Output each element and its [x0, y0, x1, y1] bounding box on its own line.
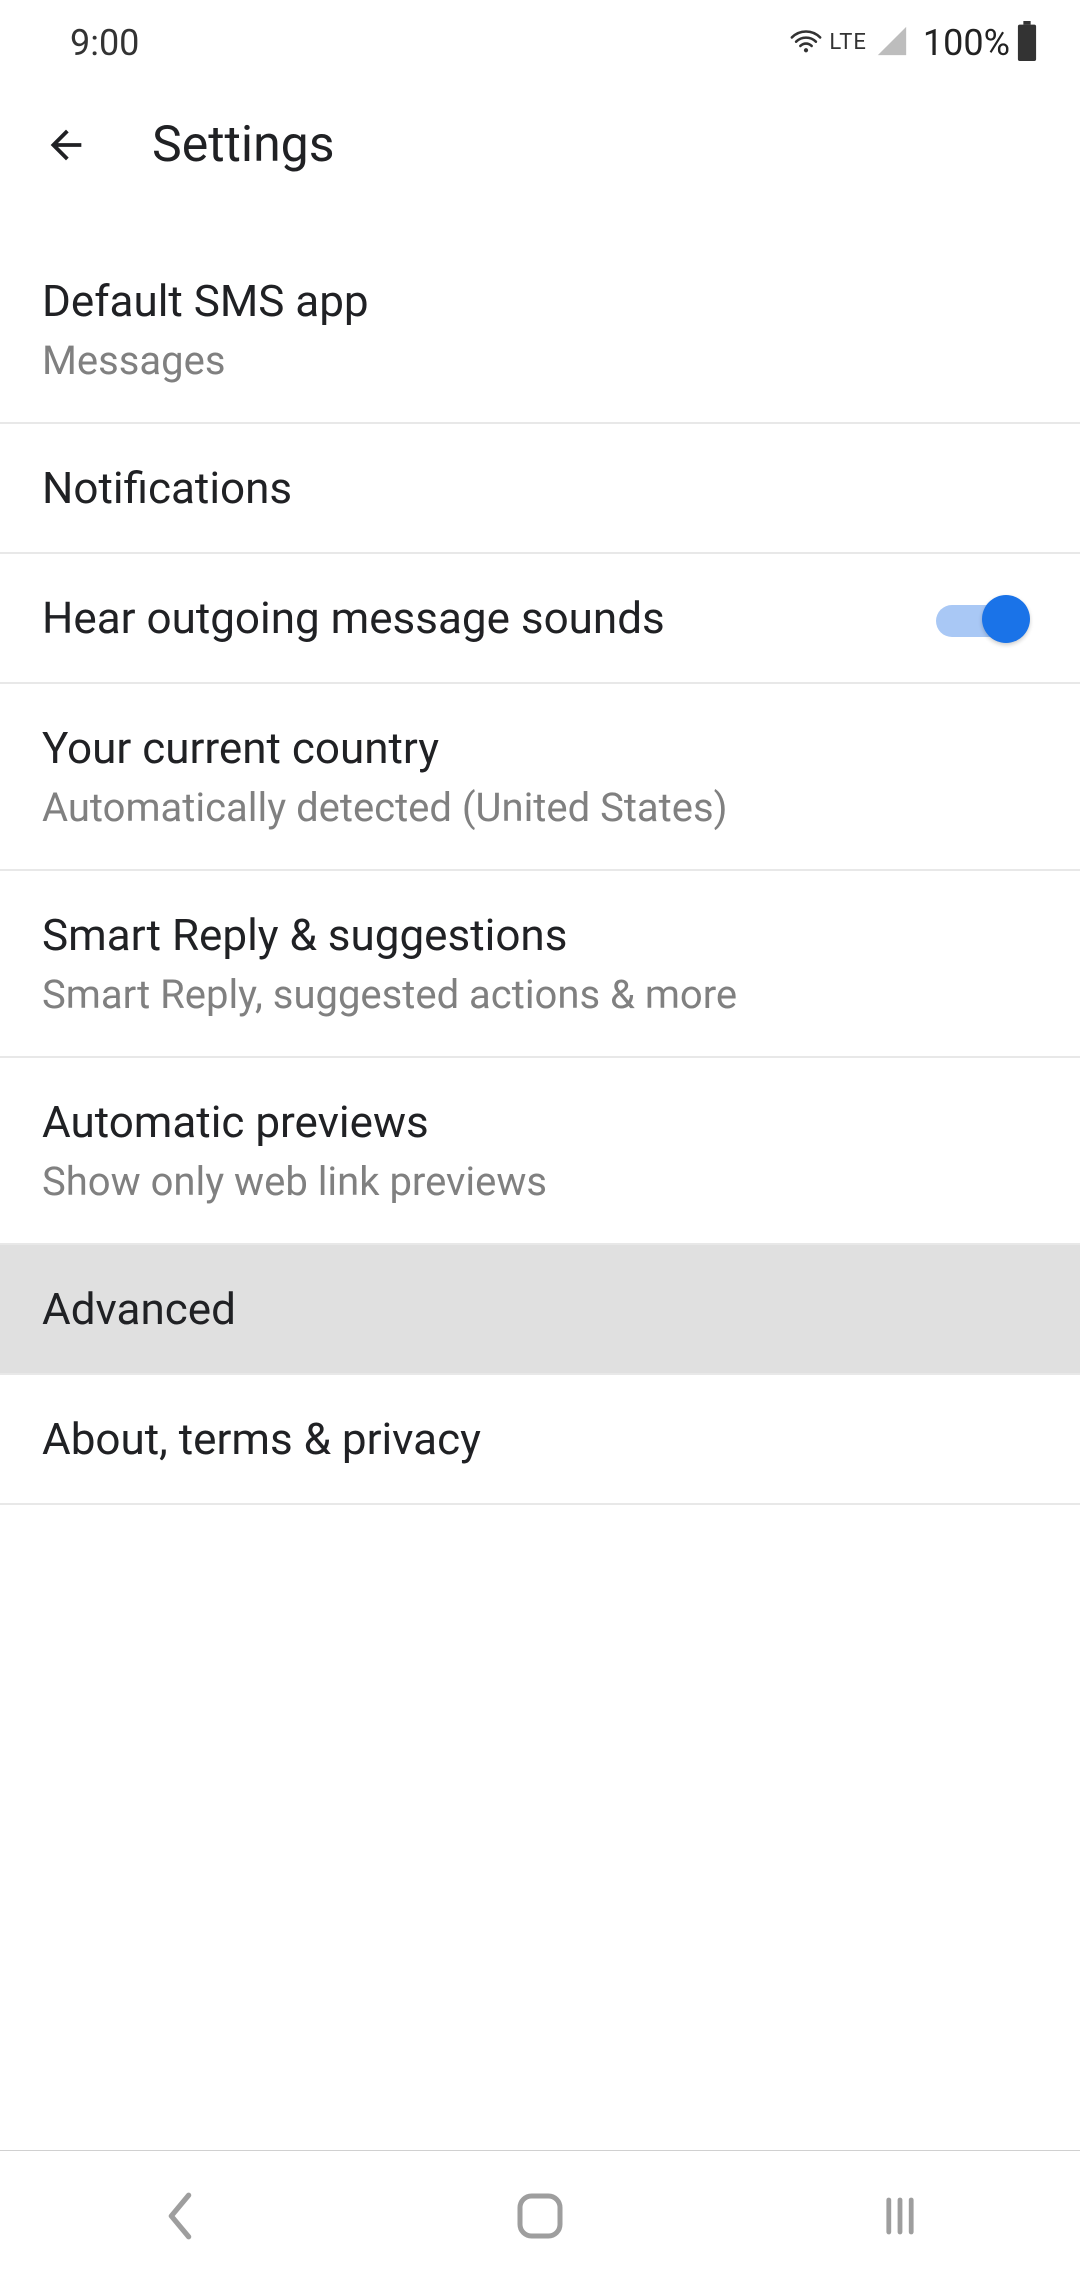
- wifi-icon: [789, 24, 823, 62]
- nav-home-button[interactable]: [508, 2184, 572, 2248]
- setting-title: Notifications: [42, 462, 292, 514]
- setting-advanced[interactable]: Advanced: [0, 1245, 1080, 1375]
- page-title: Settings: [152, 116, 335, 174]
- cellular-signal-icon: [875, 24, 909, 62]
- setting-title: Hear outgoing message sounds: [42, 592, 665, 644]
- setting-smart-reply[interactable]: Smart Reply & suggestions Smart Reply, s…: [0, 871, 1080, 1058]
- recents-icon: [876, 2192, 924, 2240]
- chevron-left-icon: [162, 2190, 198, 2242]
- setting-subtitle: Smart Reply, suggested actions & more: [42, 971, 737, 1018]
- toggle-thumb: [982, 595, 1030, 643]
- arrow-back-icon: [43, 122, 89, 168]
- setting-subtitle: Show only web link previews: [42, 1158, 547, 1205]
- setting-title: Your current country: [42, 722, 728, 774]
- setting-title: Default SMS app: [42, 275, 369, 327]
- setting-subtitle: Automatically detected (United States): [42, 784, 728, 831]
- system-nav-bar: [0, 2150, 1080, 2280]
- setting-outgoing-sounds[interactable]: Hear outgoing message sounds: [0, 554, 1080, 684]
- setting-about[interactable]: About, terms & privacy: [0, 1375, 1080, 1505]
- outgoing-sounds-toggle[interactable]: [936, 593, 1024, 643]
- setting-title: Smart Reply & suggestions: [42, 909, 737, 961]
- setting-title: About, terms & privacy: [42, 1413, 481, 1465]
- setting-title: Automatic previews: [42, 1096, 547, 1148]
- setting-title: Advanced: [42, 1283, 236, 1335]
- setting-current-country[interactable]: Your current country Automatically detec…: [0, 684, 1080, 871]
- back-button[interactable]: [42, 121, 90, 169]
- setting-automatic-previews[interactable]: Automatic previews Show only web link pr…: [0, 1058, 1080, 1245]
- nav-recents-button[interactable]: [868, 2184, 932, 2248]
- home-square-icon: [515, 2191, 565, 2241]
- status-indicators: LTE 100%: [789, 21, 1038, 65]
- status-time: 9:00: [70, 22, 139, 64]
- app-bar: Settings: [0, 85, 1080, 205]
- battery-percent: 100%: [923, 22, 1010, 64]
- status-bar: 9:00 LTE 100%: [0, 0, 1080, 85]
- nav-back-button[interactable]: [148, 2184, 212, 2248]
- battery-icon: [1016, 21, 1038, 65]
- setting-subtitle: Messages: [42, 337, 369, 384]
- setting-notifications[interactable]: Notifications: [0, 424, 1080, 554]
- settings-list: Default SMS app Messages Notifications H…: [0, 205, 1080, 2150]
- lte-label: LTE: [829, 30, 867, 55]
- setting-default-sms[interactable]: Default SMS app Messages: [0, 205, 1080, 424]
